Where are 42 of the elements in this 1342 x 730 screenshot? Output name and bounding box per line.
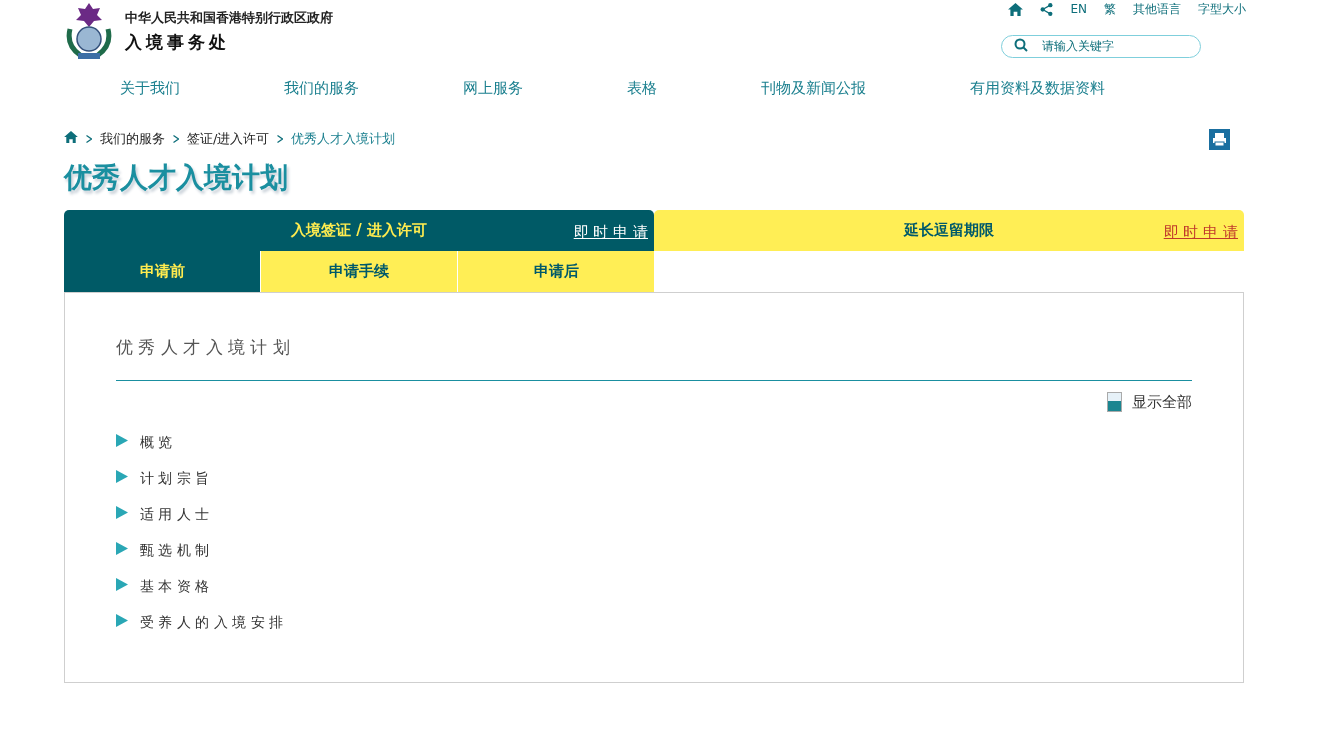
chevron-icon bbox=[173, 135, 179, 143]
apply-now-link[interactable]: 即 时 申 请 bbox=[1163, 221, 1238, 244]
sub-tab[interactable]: 申请手续 bbox=[261, 251, 457, 292]
emblem-logo[interactable] bbox=[64, 1, 114, 61]
show-all-icon[interactable] bbox=[1107, 392, 1122, 413]
apply-now-link[interactable]: 即 时 申 请 bbox=[573, 221, 648, 244]
chevron-icon bbox=[86, 135, 92, 143]
nav-link[interactable]: 有用资料及数据资料 bbox=[970, 76, 1105, 100]
accordion-item[interactable]: 计 划 宗 旨 bbox=[116, 467, 1192, 490]
accordion-item[interactable]: 适 用 人 士 bbox=[116, 503, 1192, 526]
top-link[interactable]: 字型大小 bbox=[1198, 1, 1246, 17]
top-link[interactable]: EN bbox=[1070, 1, 1087, 17]
department-name: 入境事务处 bbox=[125, 31, 231, 54]
search-icon bbox=[1014, 38, 1028, 52]
section-title: 优 秀 人 才 入 境 计 划 bbox=[116, 336, 291, 359]
main-tab[interactable]: 延长逗留期限 即 时 申 请 bbox=[654, 210, 1244, 251]
nav-link[interactable]: 网上服务 bbox=[463, 76, 523, 100]
accordion-item[interactable]: 基 本 资 格 bbox=[116, 575, 1192, 598]
breadcrumb-link[interactable]: 我们的服务 bbox=[100, 129, 165, 149]
nav-link[interactable]: 表格 bbox=[627, 76, 657, 100]
chevron-icon bbox=[277, 135, 284, 143]
top-link[interactable]: 其他语言 bbox=[1133, 1, 1181, 17]
sub-tab[interactable]: 申请前 bbox=[64, 251, 260, 292]
home-icon[interactable] bbox=[1008, 2, 1024, 16]
breadcrumb-link[interactable]: 签证/进入许可 bbox=[187, 129, 270, 149]
show-all-link[interactable]: 显示全部 bbox=[1132, 391, 1192, 414]
accordion-item[interactable]: 受 养 人 的 入 境 安 排 bbox=[116, 611, 1192, 634]
main-tab[interactable]: 入境签证 / 进入许可 即 时 申 请 bbox=[64, 210, 654, 251]
page-title: 优秀人才入境计划 bbox=[64, 160, 289, 196]
breadcrumb-link[interactable]: 优秀人才入境计划 bbox=[291, 129, 396, 149]
top-link[interactable]: 繁 bbox=[1104, 1, 1116, 17]
print-icon[interactable] bbox=[1209, 128, 1230, 150]
search-field[interactable]: 请输入关键字 bbox=[1001, 34, 1201, 58]
nav-link[interactable]: 我们的服务 bbox=[284, 76, 359, 100]
sub-tab[interactable]: 申请后 bbox=[458, 251, 654, 292]
accordion-item[interactable]: 概 览 bbox=[116, 431, 1192, 454]
government-name: 中华人民共和国香港特别行政区政府 bbox=[125, 9, 333, 27]
share-icon[interactable] bbox=[1040, 2, 1054, 16]
accordion-item[interactable]: 甄 选 机 制 bbox=[116, 539, 1192, 562]
home-icon[interactable] bbox=[64, 131, 78, 143]
nav-link[interactable]: 刊物及新闻公报 bbox=[761, 76, 866, 100]
nav-link[interactable]: 关于我们 bbox=[120, 76, 180, 100]
